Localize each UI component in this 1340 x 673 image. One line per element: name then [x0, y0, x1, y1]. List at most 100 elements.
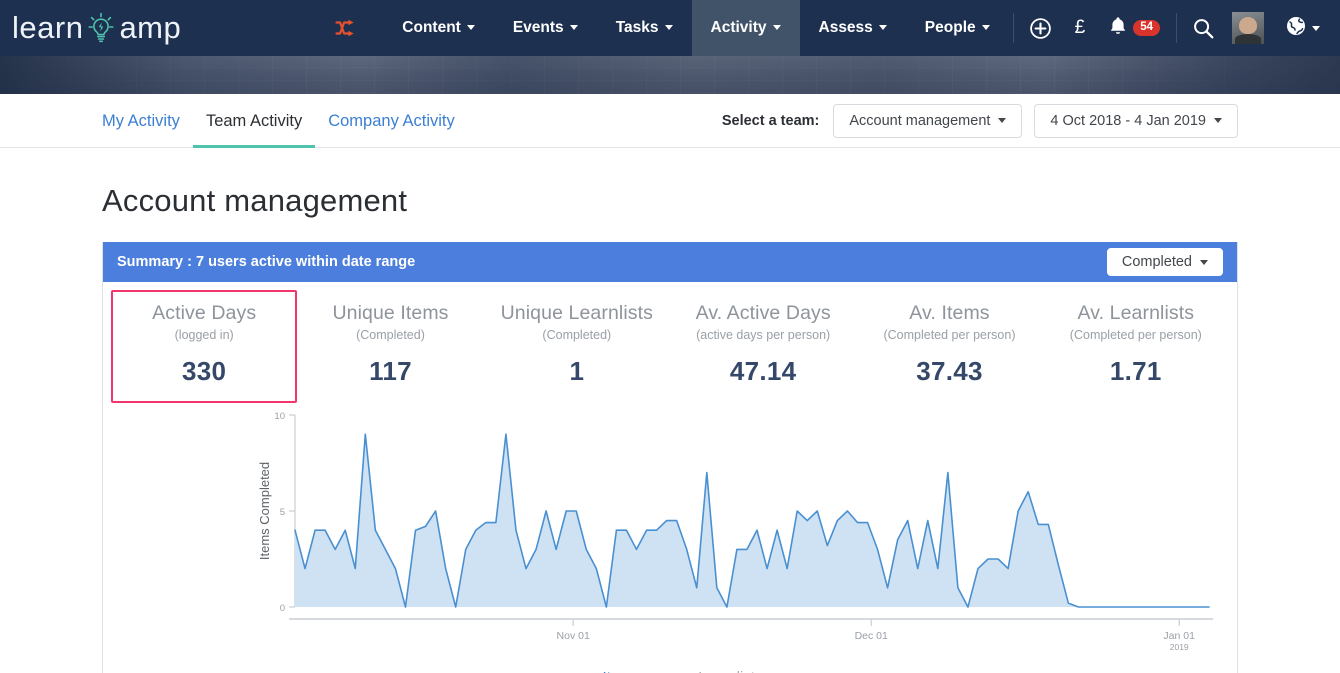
stat-subtitle: (Completed per person)	[1069, 328, 1202, 342]
language-selector[interactable]	[1274, 16, 1332, 41]
stat-card-av-items[interactable]: Av. Items (Completed per person) 37.43	[856, 290, 1042, 403]
stat-card-unique-learnlists[interactable]: Unique Learnlists (Completed) 1	[484, 290, 670, 403]
legend-item-items[interactable]: Items	[578, 669, 640, 673]
stat-subtitle: (Completed)	[356, 328, 425, 342]
nav-item-label: People	[924, 19, 976, 36]
stat-value: 330	[182, 356, 227, 386]
top-navigation-bar: learn amp Content Events Tasks Activity …	[0, 0, 1340, 56]
currency-label: £	[1074, 17, 1086, 38]
stat-card-av-learnlists[interactable]: Av. Learnlists (Completed per person) 1.…	[1043, 290, 1229, 403]
team-selection-group: Select a team: Account management 4 Oct …	[722, 103, 1238, 138]
nav-item-label: Content	[402, 19, 461, 36]
stat-subtitle: (logged in)	[174, 328, 234, 342]
chevron-down-icon	[1200, 259, 1208, 265]
svg-text:Jan 01: Jan 01	[1163, 630, 1195, 642]
chart-canvas: 0 5 10 Items Completed Nov 01 Dec 01 Jan 01201…	[257, 411, 1213, 652]
nav-item-label: Events	[512, 19, 564, 36]
svg-text:0: 0	[280, 603, 285, 614]
chevron-down-icon	[772, 25, 781, 31]
team-dropdown-value: Account management	[849, 112, 991, 129]
notification-count-badge: 54	[1133, 19, 1160, 37]
notifications-button[interactable]: 54	[1097, 16, 1172, 41]
stat-title: Av. Items	[909, 302, 990, 324]
logo-text-left: learn	[12, 10, 84, 45]
svg-text:10: 10	[274, 411, 285, 422]
logo-text-right: amp	[119, 10, 182, 45]
completed-filter-dropdown[interactable]: Completed	[1106, 248, 1223, 276]
tab-label: My Activity	[102, 111, 180, 130]
stat-card-active-days[interactable]: Active Days (logged in) 330	[111, 290, 298, 403]
stat-value: 1	[569, 356, 585, 386]
stat-card-unique-items[interactable]: Unique Items (Completed) 117	[297, 290, 483, 403]
stat-title: Av. Active Days	[695, 302, 831, 324]
stat-title: Unique Learnlists	[500, 302, 653, 324]
activity-tabs: My Activity Team Activity Company Activi…	[102, 94, 468, 148]
legend-label: Learnlists	[698, 669, 762, 673]
chevron-down-icon	[878, 25, 887, 31]
legend-label: Items	[603, 669, 640, 673]
nav-item-assess[interactable]: Assess	[800, 0, 906, 56]
summary-panel-body: Active Days (logged in) 330 Unique Items…	[103, 282, 1237, 673]
stat-value: 47.14	[729, 356, 797, 386]
nav-item-label: Assess	[818, 19, 873, 36]
nav-divider	[1012, 13, 1014, 43]
stat-title: Active Days	[152, 302, 257, 324]
tab-company-activity[interactable]: Company Activity	[315, 94, 468, 148]
summary-text: Summary : 7 users active within date ran…	[117, 254, 416, 270]
stat-card-av-active-days[interactable]: Av. Active Days (active days per person)…	[670, 290, 856, 403]
bell-icon	[1109, 16, 1127, 41]
chevron-down-icon	[664, 25, 673, 31]
chevron-down-icon	[466, 25, 475, 31]
activity-area-chart: 0 5 10 Items Completed Nov 01 Dec 01 Jan 01 201…	[103, 407, 1237, 667]
nav-divider	[1176, 13, 1177, 43]
chart-legend: Items Learnlists	[103, 669, 1237, 673]
page-title: Account management	[102, 183, 408, 218]
avatar[interactable]	[1232, 12, 1264, 44]
team-dropdown[interactable]: Account management	[833, 103, 1023, 138]
stat-subtitle: (active days per person)	[696, 328, 831, 342]
stat-subtitle: (Completed)	[542, 328, 612, 342]
tab-my-activity[interactable]: My Activity	[102, 94, 193, 148]
summary-panel: Summary : 7 users active within date ran…	[102, 242, 1238, 673]
svg-text:Dec 01: Dec 01	[855, 630, 888, 642]
tab-label: Team Activity	[205, 111, 303, 130]
summary-panel-header: Summary : 7 users active within date ran…	[103, 242, 1237, 282]
chevron-down-icon	[981, 25, 990, 31]
chevron-down-icon	[1214, 118, 1222, 123]
chevron-down-icon	[569, 25, 578, 31]
nav-item-tasks[interactable]: Tasks	[597, 0, 692, 56]
nav-item-people[interactable]: People	[906, 0, 1009, 56]
date-range-dropdown[interactable]: 4 Oct 2018 - 4 Jan 2019	[1034, 103, 1238, 138]
hero-banner-image	[0, 56, 1340, 94]
search-icon[interactable]	[1181, 18, 1226, 39]
stat-value: 117	[369, 356, 412, 386]
svg-text:2019: 2019	[1170, 642, 1189, 652]
date-range-value: 4 Oct 2018 - 4 Jan 2019	[1050, 112, 1206, 129]
page-content: Account management Summary : 7 users act…	[0, 183, 1340, 673]
stat-title: Unique Items	[332, 302, 449, 324]
plus-circle-icon[interactable]	[1018, 17, 1063, 39]
chevron-down-icon	[1312, 25, 1320, 31]
svg-text:Nov 01: Nov 01	[557, 630, 590, 642]
nav-item-activity[interactable]: Activity	[691, 0, 800, 56]
completed-filter-value: Completed	[1121, 254, 1192, 270]
nav-item-events[interactable]: Events	[494, 0, 597, 56]
legend-item-learnlists[interactable]: Learnlists	[673, 669, 762, 673]
currency-button[interactable]: £	[1063, 17, 1098, 39]
nav-item-label: Tasks	[615, 19, 659, 36]
svg-text:5: 5	[280, 507, 285, 518]
activity-tab-bar: My Activity Team Activity Company Activi…	[0, 94, 1340, 148]
tab-team-activity[interactable]: Team Activity	[192, 94, 316, 148]
lightbulb-icon	[86, 11, 116, 45]
globe-icon	[1286, 16, 1306, 41]
brand-logo[interactable]: learn amp	[0, 10, 335, 46]
stat-title: Av. Learnlists	[1077, 302, 1195, 324]
nav-item-label: Activity	[710, 19, 767, 36]
svg-text:Items Completed: Items Completed	[257, 462, 272, 560]
main-menu: Content Events Tasks Activity Assess Peo…	[335, 0, 1008, 56]
chevron-down-icon	[998, 118, 1007, 123]
stat-value: 37.43	[916, 356, 983, 386]
shuffle-icon[interactable]	[335, 19, 357, 37]
stat-subtitle: (Completed per person)	[883, 328, 1016, 342]
nav-item-content[interactable]: Content	[383, 0, 494, 56]
